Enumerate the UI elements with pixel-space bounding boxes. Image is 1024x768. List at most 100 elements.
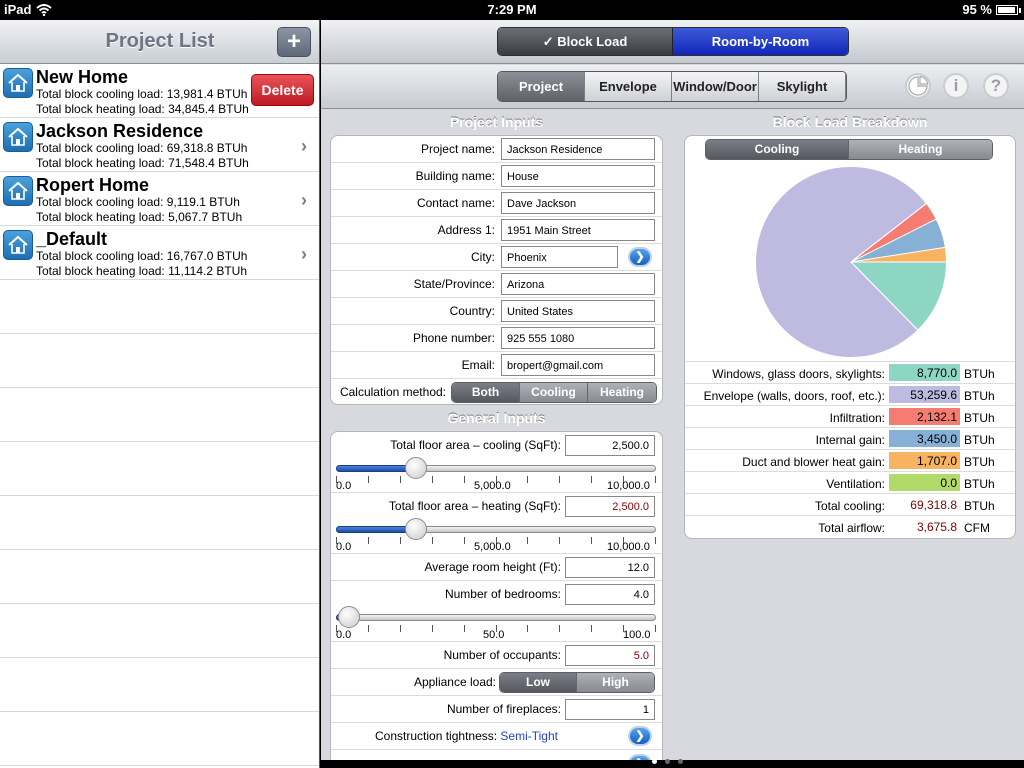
floor-area-heating-slider[interactable] <box>336 518 656 540</box>
slider-tick <box>559 625 561 632</box>
project-list-title: Project List <box>105 30 215 52</box>
section-segmented-control: Project Envelope Window/Door Skylight <box>497 71 847 102</box>
pie-chart-icon[interactable] <box>905 73 931 99</box>
bedrooms-input[interactable]: 4.0 <box>565 584 655 605</box>
slider-tick <box>431 476 433 483</box>
slider-tick <box>527 476 529 483</box>
slider-tick <box>399 537 401 544</box>
breakdown-row-envelope: Envelope (walls, doors, roof, etc.): 53,… <box>685 383 1015 405</box>
row-label: Total cooling: <box>814 499 885 513</box>
field-label: Phone number: <box>412 331 495 345</box>
block-load-pie-chart <box>756 167 946 357</box>
empty-row <box>0 442 319 496</box>
project-row-default[interactable]: _Default Total block cooling load: 16,76… <box>0 226 319 280</box>
row-label: Internal gain: <box>815 433 885 447</box>
tick-label-max: 10,000.0 <box>607 541 650 553</box>
empty-row <box>0 550 319 604</box>
row-label: Infiltration: <box>829 411 885 425</box>
delete-button[interactable]: Delete <box>251 74 314 106</box>
appliance-load-row: Appliance load: Low High <box>331 669 662 696</box>
add-project-button[interactable]: + <box>277 27 311 57</box>
address-input[interactable]: 1951 Main Street <box>501 219 655 241</box>
tab-envelope[interactable]: Envelope <box>585 72 672 101</box>
occupants-input[interactable]: 5.0 <box>565 645 655 666</box>
row-label: Duct and blower heat gain: <box>742 455 885 469</box>
tab-cooling[interactable]: Cooling <box>706 140 849 159</box>
house-icon <box>3 230 33 260</box>
project-inputs-title: Project Inputs <box>449 114 544 130</box>
room-height-input[interactable]: 12.0 <box>565 557 655 578</box>
empty-row <box>0 604 319 658</box>
city-input[interactable]: Phoenix <box>501 246 618 268</box>
occupants-row: Number of occupants: 5.0 <box>331 642 662 669</box>
slider-track <box>336 614 656 621</box>
row-value: 2,132.1 <box>889 408 960 425</box>
field-label: Average room height (Ft): <box>424 560 561 574</box>
slider-tick <box>399 476 401 483</box>
floor-area-heating-input[interactable]: 2,500.0 <box>565 496 655 517</box>
empty-row <box>0 712 319 766</box>
floor-area-cooling-slider[interactable] <box>336 457 656 479</box>
tab-room-by-room[interactable]: Room-by-Room <box>673 28 848 55</box>
detail-panel: ✓ Block Load Room-by-Room Project Envelo… <box>321 20 1024 760</box>
breakdown-row-internal-gain: Internal gain: 3,450.0 BTUh <box>685 427 1015 449</box>
bedrooms-slider[interactable] <box>336 606 656 628</box>
next-row-partial: ❯ <box>331 750 662 760</box>
row-value: 8,770.0 <box>889 364 960 381</box>
email-input[interactable]: bropert@gmail.com <box>501 354 655 376</box>
fireplaces-input[interactable]: 1 <box>565 699 655 720</box>
project-name-input[interactable]: Jackson Residence <box>501 138 655 160</box>
row-value: 3,450.0 <box>889 430 960 447</box>
project-row-jackson-residence[interactable]: Jackson Residence Total block cooling lo… <box>0 118 319 172</box>
appliance-low-option[interactable]: Low <box>500 673 577 692</box>
tab-heating[interactable]: Heating <box>849 140 992 159</box>
empty-row <box>0 280 319 334</box>
info-icon[interactable]: i <box>943 73 969 99</box>
page-dot[interactable] <box>665 759 670 764</box>
room-height-row: Average room height (Ft): 12.0 <box>331 554 662 581</box>
tab-project[interactable]: Project <box>498 72 585 101</box>
slider-tick <box>559 537 561 544</box>
row-value: 53,259.6 <box>889 386 960 403</box>
slider-tick <box>431 625 433 632</box>
calc-cooling-option[interactable]: Cooling <box>520 383 588 402</box>
floor-area-cooling-input[interactable]: 2,500.0 <box>565 435 655 456</box>
help-icon[interactable]: ? <box>983 73 1009 99</box>
construction-tightness-row[interactable]: Construction tightness: Semi-Tight ❯ <box>331 723 662 750</box>
field-label: Total floor area – cooling (SqFt): <box>390 438 561 452</box>
tab-skylight[interactable]: Skylight <box>759 72 846 101</box>
empty-row <box>0 388 319 442</box>
calc-both-option[interactable]: Both <box>452 383 520 402</box>
calc-heating-option[interactable]: Heating <box>588 383 656 402</box>
row-unit: BTUh <box>964 389 995 403</box>
general-inputs-title: General Inputs <box>447 410 546 426</box>
city-lookup-button[interactable]: ❯ <box>628 247 652 267</box>
breakdown-row-infiltration: Infiltration: 2,132.1 BTUh <box>685 405 1015 427</box>
field-label: Calculation method: <box>339 385 446 399</box>
row-value: 0.0 <box>889 474 960 491</box>
page-dot[interactable] <box>678 759 683 764</box>
page-dot[interactable] <box>652 759 657 764</box>
house-icon <box>3 122 33 152</box>
building-name-input[interactable]: House <box>501 165 655 187</box>
tick-label-mid: 5,000.0 <box>474 480 511 492</box>
row-unit: BTUh <box>964 367 995 381</box>
status-bar: iPad 7:29 PM 95 % <box>0 0 1024 20</box>
chevron-right-icon: › <box>301 190 307 210</box>
project-row-new-home[interactable]: New Home Total block cooling load: 13,98… <box>0 64 319 118</box>
project-inputs-panel: Project name: Jackson Residence Building… <box>330 135 663 405</box>
country-input[interactable]: United States <box>501 300 655 322</box>
phone-input[interactable]: 925 555 1080 <box>501 327 655 349</box>
project-row-ropert-home[interactable]: Ropert Home Total block cooling load: 9,… <box>0 172 319 226</box>
tab-window-door[interactable]: Window/Door <box>672 72 759 101</box>
row-unit: BTUh <box>964 499 995 513</box>
state-input[interactable]: Arizona <box>501 273 655 295</box>
row-label: Ventilation: <box>826 477 885 491</box>
next-row-button[interactable]: ❯ <box>628 754 652 760</box>
field-label: Number of occupants: <box>443 648 561 662</box>
appliance-high-option[interactable]: High <box>577 673 654 692</box>
construction-tightness-button[interactable]: ❯ <box>628 726 652 746</box>
field-calculation-method: Calculation method: Both Cooling Heating <box>331 379 662 404</box>
tab-block-load[interactable]: ✓ Block Load <box>498 28 673 55</box>
contact-name-input[interactable]: Dave Jackson <box>501 192 655 214</box>
